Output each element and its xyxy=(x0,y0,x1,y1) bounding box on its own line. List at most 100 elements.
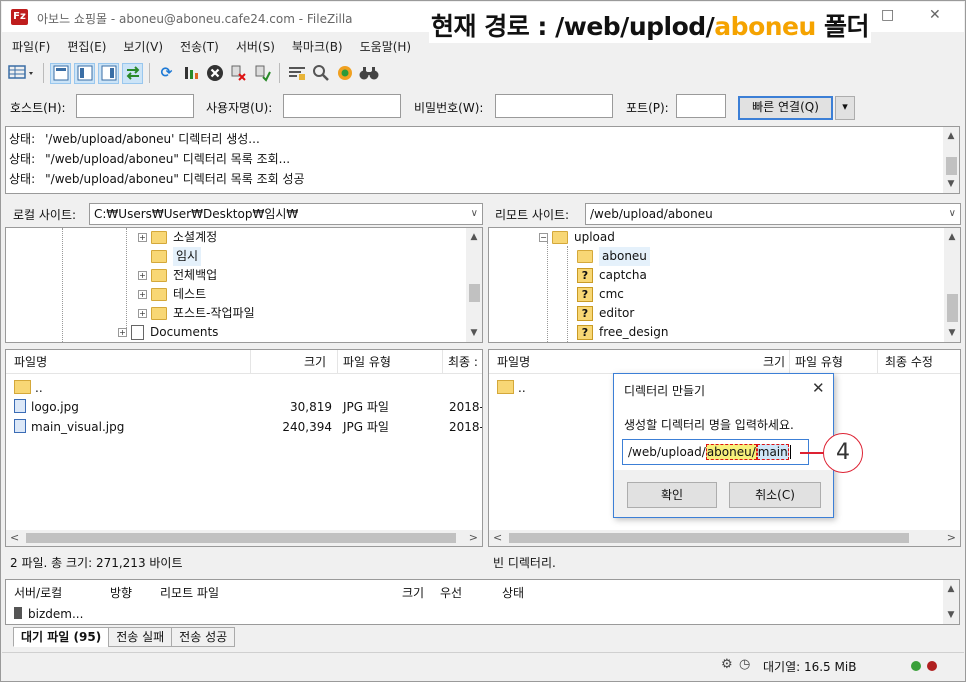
expand-icon[interactable]: + xyxy=(138,271,147,280)
scroll-thumb[interactable] xyxy=(947,294,958,322)
username-input[interactable] xyxy=(283,94,401,118)
dialog-close-icon[interactable]: ✕ xyxy=(812,379,825,397)
scroll-down-icon[interactable]: ▼ xyxy=(943,608,959,622)
queue-scrollbar[interactable]: ▲ ▼ xyxy=(943,580,959,624)
toggle-local-tree-icon[interactable] xyxy=(74,62,95,84)
toggle-message-log-icon[interactable] xyxy=(50,62,71,84)
ok-button[interactable]: 확인 xyxy=(627,482,717,508)
toggle-remote-tree-icon[interactable] xyxy=(98,62,119,84)
remote-tree-item[interactable]: ? captcha xyxy=(577,266,647,285)
queue-row[interactable]: bizdem... xyxy=(14,607,83,621)
remote-tree-item[interactable]: ? free_design xyxy=(577,323,668,342)
site-manager-icon[interactable] xyxy=(7,63,37,84)
file-row[interactable]: logo.jpg xyxy=(14,397,79,417)
menu-transfer[interactable]: 전송(T) xyxy=(170,34,226,56)
remote-tree-item[interactable]: ? editor xyxy=(577,304,634,323)
local-path-input[interactable]: C:₩Users₩User₩Desktop₩임시₩ ∨ xyxy=(89,203,483,225)
menu-help[interactable]: 도움말(H) xyxy=(350,34,419,56)
menu-edit[interactable]: 편집(E) xyxy=(57,34,113,56)
scroll-right-icon[interactable]: > xyxy=(469,531,478,544)
queue-col-remote-file[interactable]: 리모트 파일 xyxy=(160,584,219,601)
disconnect-icon[interactable] xyxy=(228,63,249,84)
expand-icon[interactable]: + xyxy=(118,328,127,337)
chevron-down-icon[interactable]: ∨ xyxy=(949,204,956,224)
local-tree-item-selected[interactable]: 임시 xyxy=(151,247,202,266)
remote-tree-scrollbar[interactable]: ▲ ▼ xyxy=(944,228,960,342)
local-tree-scrollbar[interactable]: ▲ ▼ xyxy=(466,228,482,342)
scroll-thumb[interactable] xyxy=(946,157,957,175)
tab-queued-files[interactable]: 대기 파일 (95) xyxy=(13,627,110,647)
scroll-up-icon[interactable]: ▲ xyxy=(944,230,960,244)
scroll-thumb[interactable] xyxy=(469,284,480,302)
directory-listing-filters-icon[interactable] xyxy=(286,63,307,84)
file-row-parent[interactable]: .. xyxy=(14,378,43,398)
scroll-up-icon[interactable]: ▲ xyxy=(943,582,959,596)
col-header-modified[interactable]: 최종 수정 xyxy=(885,350,933,374)
local-tree-item[interactable]: + 포스트-작업파일 xyxy=(138,304,255,323)
scroll-up-icon[interactable]: ▲ xyxy=(466,230,482,244)
menu-bookmarks[interactable]: 북마크(B) xyxy=(282,34,350,56)
quickconnect-history-dropdown-icon[interactable]: ▾ xyxy=(835,96,855,120)
expand-icon[interactable]: + xyxy=(138,309,147,318)
remote-path-input[interactable]: /web/upload/aboneu ∨ xyxy=(585,203,961,225)
scroll-up-icon[interactable]: ▲ xyxy=(943,129,959,143)
col-header-type[interactable]: 파일 유형 xyxy=(343,350,391,374)
queue-col-status[interactable]: 상태 xyxy=(502,584,524,601)
file-row[interactable]: main_visual.jpg xyxy=(14,417,124,437)
col-header-size[interactable]: 크기 xyxy=(763,350,785,374)
refresh-icon[interactable]: ⟳ xyxy=(156,63,177,84)
local-tree-item[interactable]: + Documents xyxy=(118,323,218,342)
local-tree-item[interactable]: + 전체백업 xyxy=(138,266,217,285)
expand-icon[interactable]: + xyxy=(138,233,147,242)
remote-tree-item[interactable]: − upload xyxy=(539,228,615,247)
sync-browsing-icon[interactable] xyxy=(334,63,355,84)
tab-successful-transfers[interactable]: 전송 성공 xyxy=(171,627,236,647)
scroll-right-icon[interactable]: > xyxy=(947,531,956,544)
settings-gear-icon[interactable]: ⚙ xyxy=(721,657,733,672)
local-list-hscrollbar[interactable]: < > xyxy=(6,530,482,546)
col-header-modified[interactable]: 최종 : xyxy=(448,350,478,374)
toggle-compare-icon[interactable] xyxy=(310,63,331,84)
log-scrollbar[interactable]: ▲ ▼ xyxy=(943,127,959,193)
directory-name-input[interactable]: /web/upload/aboneu/main xyxy=(622,439,809,465)
scroll-thumb[interactable] xyxy=(509,533,909,543)
scroll-down-icon[interactable]: ▼ xyxy=(466,326,482,340)
speed-limit-icon[interactable]: ◷ xyxy=(739,657,750,672)
quickconnect-button[interactable]: 빠른 연결(Q) xyxy=(738,96,833,120)
remote-tree-item[interactable]: ? cmc xyxy=(577,285,624,304)
queue-col-direction[interactable]: 방향 xyxy=(110,584,132,601)
scroll-left-icon[interactable]: < xyxy=(493,531,502,544)
process-queue-icon[interactable] xyxy=(180,63,201,84)
remote-list-hscrollbar[interactable]: < > xyxy=(489,530,960,546)
close-window-button[interactable]: ✕ xyxy=(929,7,941,23)
reconnect-icon[interactable] xyxy=(252,63,273,84)
col-header-filename[interactable]: 파일명 xyxy=(497,350,530,374)
col-header-size[interactable]: 크기 xyxy=(304,350,326,374)
expand-icon[interactable]: + xyxy=(138,290,147,299)
queue-col-server-local[interactable]: 서버/로컬 xyxy=(14,584,62,601)
tab-failed-transfers[interactable]: 전송 실패 xyxy=(108,627,173,647)
scroll-down-icon[interactable]: ▼ xyxy=(943,177,959,191)
queue-col-size[interactable]: 크기 xyxy=(402,584,424,601)
menu-server[interactable]: 서버(S) xyxy=(226,34,282,56)
local-tree-item[interactable]: + 테스트 xyxy=(138,285,206,304)
collapse-icon[interactable]: − xyxy=(539,233,548,242)
remote-tree-item-selected[interactable]: aboneu xyxy=(577,247,650,266)
scroll-thumb[interactable] xyxy=(26,533,456,543)
menu-file[interactable]: 파일(F) xyxy=(2,34,57,56)
cancel-button[interactable]: 취소(C) xyxy=(729,482,821,508)
file-row-parent[interactable]: .. xyxy=(497,378,526,398)
port-input[interactable] xyxy=(676,94,726,118)
search-remote-icon[interactable] xyxy=(358,63,379,84)
scroll-left-icon[interactable]: < xyxy=(10,531,19,544)
col-header-filename[interactable]: 파일명 xyxy=(14,350,47,374)
local-tree-item[interactable]: + 소셜계정 xyxy=(138,228,217,247)
menu-view[interactable]: 보기(V) xyxy=(113,34,170,56)
host-input[interactable] xyxy=(76,94,194,118)
cancel-operation-icon[interactable] xyxy=(204,63,225,84)
toggle-transfer-queue-icon[interactable] xyxy=(122,62,143,84)
maximize-button[interactable]: □ xyxy=(881,7,894,23)
chevron-down-icon[interactable]: ∨ xyxy=(471,204,478,224)
scroll-down-icon[interactable]: ▼ xyxy=(944,326,960,340)
col-header-type[interactable]: 파일 유형 xyxy=(795,350,843,374)
